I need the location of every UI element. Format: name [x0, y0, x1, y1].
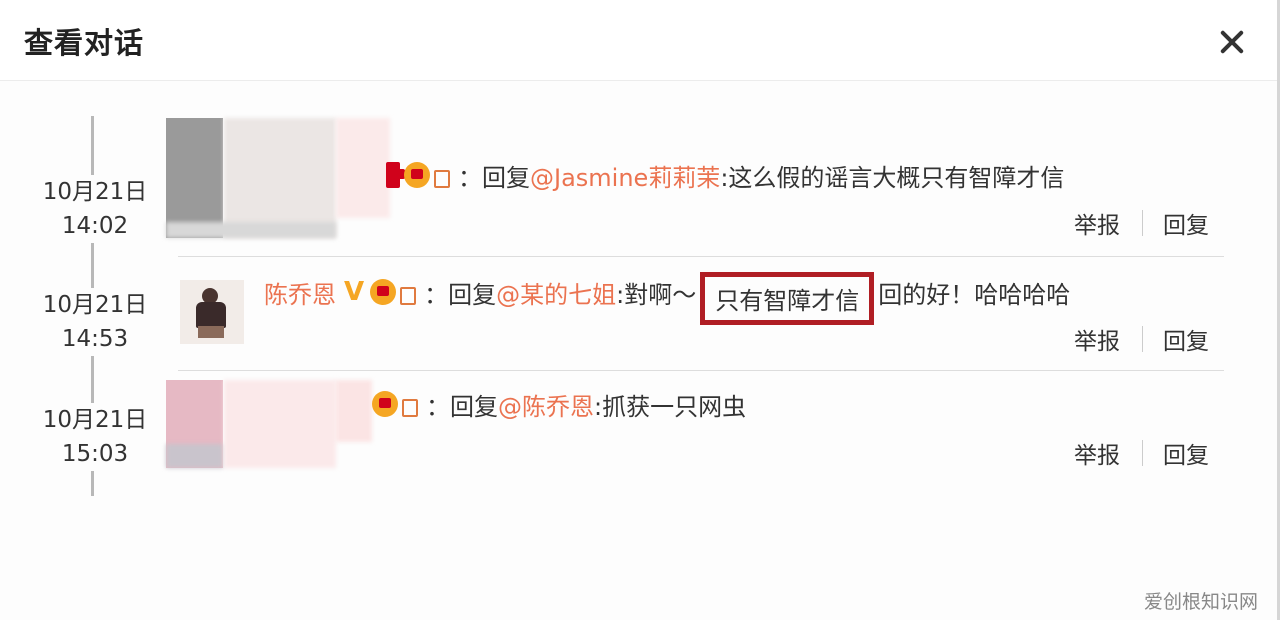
member-icon [434, 170, 450, 188]
crown-icon [372, 391, 398, 417]
comment-text: 陈乔恩 V ：回复 @某的七姐 :對啊～ 只有智障才信 回的好！哈哈哈哈 [264, 271, 1071, 325]
reply-prefix: ：回复 [458, 163, 530, 192]
blurred-username [224, 118, 336, 238]
action-divider [1142, 440, 1143, 466]
star-icon [386, 162, 405, 188]
blurred-username [336, 380, 372, 442]
member-icon [402, 399, 418, 417]
comment-text: ：回复 @陈乔恩 :抓获一只网虫 [372, 387, 746, 421]
avatar[interactable] [166, 118, 223, 238]
reply-button[interactable]: 回复 [1163, 322, 1209, 356]
comment-actions: 举报 回复 [1074, 322, 1209, 356]
crown-icon [404, 162, 430, 188]
author-name[interactable]: 陈乔恩 [264, 275, 336, 310]
timestamp-time: 14:02 [61, 213, 129, 239]
verified-v-icon: V [344, 277, 365, 307]
close-icon[interactable] [1212, 22, 1252, 62]
blurred-username [224, 380, 336, 468]
report-button[interactable]: 举报 [1074, 436, 1120, 470]
timestamp-time: 15:03 [61, 441, 129, 467]
dialog-header: 查看对话 [0, 0, 1277, 81]
comment-body: :抓获一只网虫 [594, 392, 747, 421]
blurred-username [336, 118, 390, 218]
action-divider [1142, 210, 1143, 236]
mention-link[interactable]: @陈乔恩 [498, 387, 594, 422]
timestamp: 10月21日 14:02 [30, 175, 160, 243]
timestamp-time: 14:53 [61, 326, 129, 352]
mention-link[interactable]: @某的七姐 [496, 275, 616, 310]
comment-body: :對啊～ [616, 280, 697, 309]
comment-body: 回的好！哈哈哈哈 [878, 280, 1071, 309]
reply-button[interactable]: 回复 [1163, 206, 1209, 240]
reply-prefix: ：回复 [426, 392, 498, 421]
report-button[interactable]: 举报 [1074, 322, 1120, 356]
action-divider [1142, 326, 1143, 352]
blurred-username [166, 222, 336, 238]
comment-divider [178, 256, 1224, 257]
comment-text: ：回复 @Jasmine莉莉茉 :这么假的谣言大概只有智障才信 [386, 158, 1064, 192]
highlighted-phrase: 只有智障才信 [700, 271, 875, 325]
mention-link[interactable]: @Jasmine莉莉茉 [530, 158, 720, 193]
avatar[interactable] [180, 280, 244, 344]
dialog-title: 查看对话 [24, 26, 145, 60]
comment-divider [178, 370, 1224, 371]
member-icon [400, 287, 417, 305]
comment-actions: 举报 回复 [1074, 436, 1209, 470]
crown-icon [370, 279, 397, 305]
timestamp-date: 10月21日 [42, 407, 148, 433]
watermark: 爱创根知识网 [1143, 591, 1258, 613]
comment-body: :这么假的谣言大概只有智障才信 [720, 163, 1065, 192]
timestamp: 10月21日 15:03 [30, 403, 160, 471]
report-button[interactable]: 举报 [1074, 206, 1120, 240]
blurred-username [166, 444, 223, 468]
reply-button[interactable]: 回复 [1163, 436, 1209, 470]
timestamp-date: 10月21日 [42, 179, 148, 205]
timestamp-date: 10月21日 [42, 292, 148, 318]
reply-prefix: ：回复 [424, 280, 497, 309]
comment-actions: 举报 回复 [1074, 206, 1209, 240]
timestamp: 10月21日 14:53 [30, 288, 160, 356]
